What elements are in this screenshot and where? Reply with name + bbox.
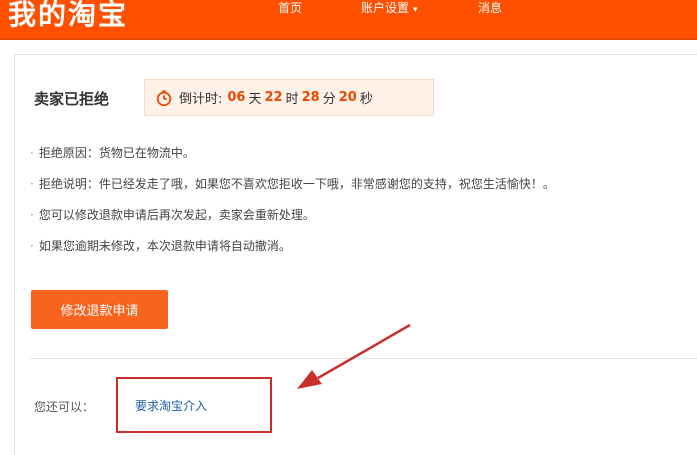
- countdown-days: 06: [227, 90, 246, 105]
- also-can-label: 您还可以：: [34, 400, 95, 414]
- resubmit-note: 您可以修改退款申请后再次发起，卖家会重新处理。: [38, 208, 315, 222]
- countdown-hours: 22: [264, 90, 283, 105]
- countdown-days-unit: 天: [248, 92, 262, 107]
- section-divider: [30, 358, 697, 359]
- refusal-explanation: 拒绝说明：件已经发走了哦，如果您不喜欢您拒收一下哦，非常感谢您的支持，祝您生活愉…: [38, 177, 555, 191]
- refusal-reason: 拒绝原因：货物已在物流中。: [38, 146, 195, 160]
- clock-icon: [156, 89, 172, 106]
- brand-logo[interactable]: 我的淘宝: [8, 0, 128, 33]
- bullet-icon: ·: [30, 208, 34, 222]
- countdown-seconds: 20: [338, 90, 357, 105]
- countdown-minutes-unit: 分: [322, 92, 336, 107]
- countdown-box: 倒计时: 06 天 22 时 28 分 20 秒: [144, 79, 434, 116]
- countdown-prefix: 倒计时:: [179, 92, 223, 107]
- countdown-minutes: 28: [301, 90, 320, 105]
- bullet-icon: ·: [30, 239, 34, 253]
- refund-status-title: 卖家已拒绝: [34, 90, 110, 108]
- chevron-down-icon: ▾: [413, 5, 418, 15]
- refund-details-list: · 拒绝原因：货物已在物流中。 · 拒绝说明：件已经发走了哦，如果您不喜欢您拒收一下…: [30, 144, 555, 268]
- bullet-icon: ·: [30, 146, 34, 160]
- auto-cancel-note: 如果您逾期未修改，本次退款申请将自动撤消。: [38, 239, 291, 253]
- list-item: · 如果您逾期未修改，本次退款申请将自动撤消。: [30, 237, 555, 268]
- nav-messages[interactable]: 消息: [478, 1, 502, 15]
- top-nav-bar: 我的淘宝 首页 账户设置 ▾ 消息: [0, 0, 697, 40]
- bullet-icon: ·: [30, 177, 34, 191]
- nav-home[interactable]: 首页: [278, 1, 302, 15]
- list-item: · 拒绝原因：货物已在物流中。: [30, 144, 555, 175]
- list-item: · 拒绝说明：件已经发走了哦，如果您不喜欢您拒收一下哦，非常感谢您的支持，祝您生活…: [30, 175, 555, 206]
- request-taobao-intervention-link[interactable]: 要求淘宝介入: [135, 397, 207, 414]
- countdown-hours-unit: 时: [285, 92, 299, 107]
- nav-account-label: 账户设置: [361, 1, 410, 15]
- nav-account-settings[interactable]: 账户设置 ▾: [361, 1, 418, 17]
- list-item: · 您可以修改退款申请后再次发起，卖家会重新处理。: [30, 206, 555, 237]
- modify-refund-button[interactable]: 修改退款申请: [31, 290, 168, 329]
- countdown-seconds-unit: 秒: [359, 92, 373, 107]
